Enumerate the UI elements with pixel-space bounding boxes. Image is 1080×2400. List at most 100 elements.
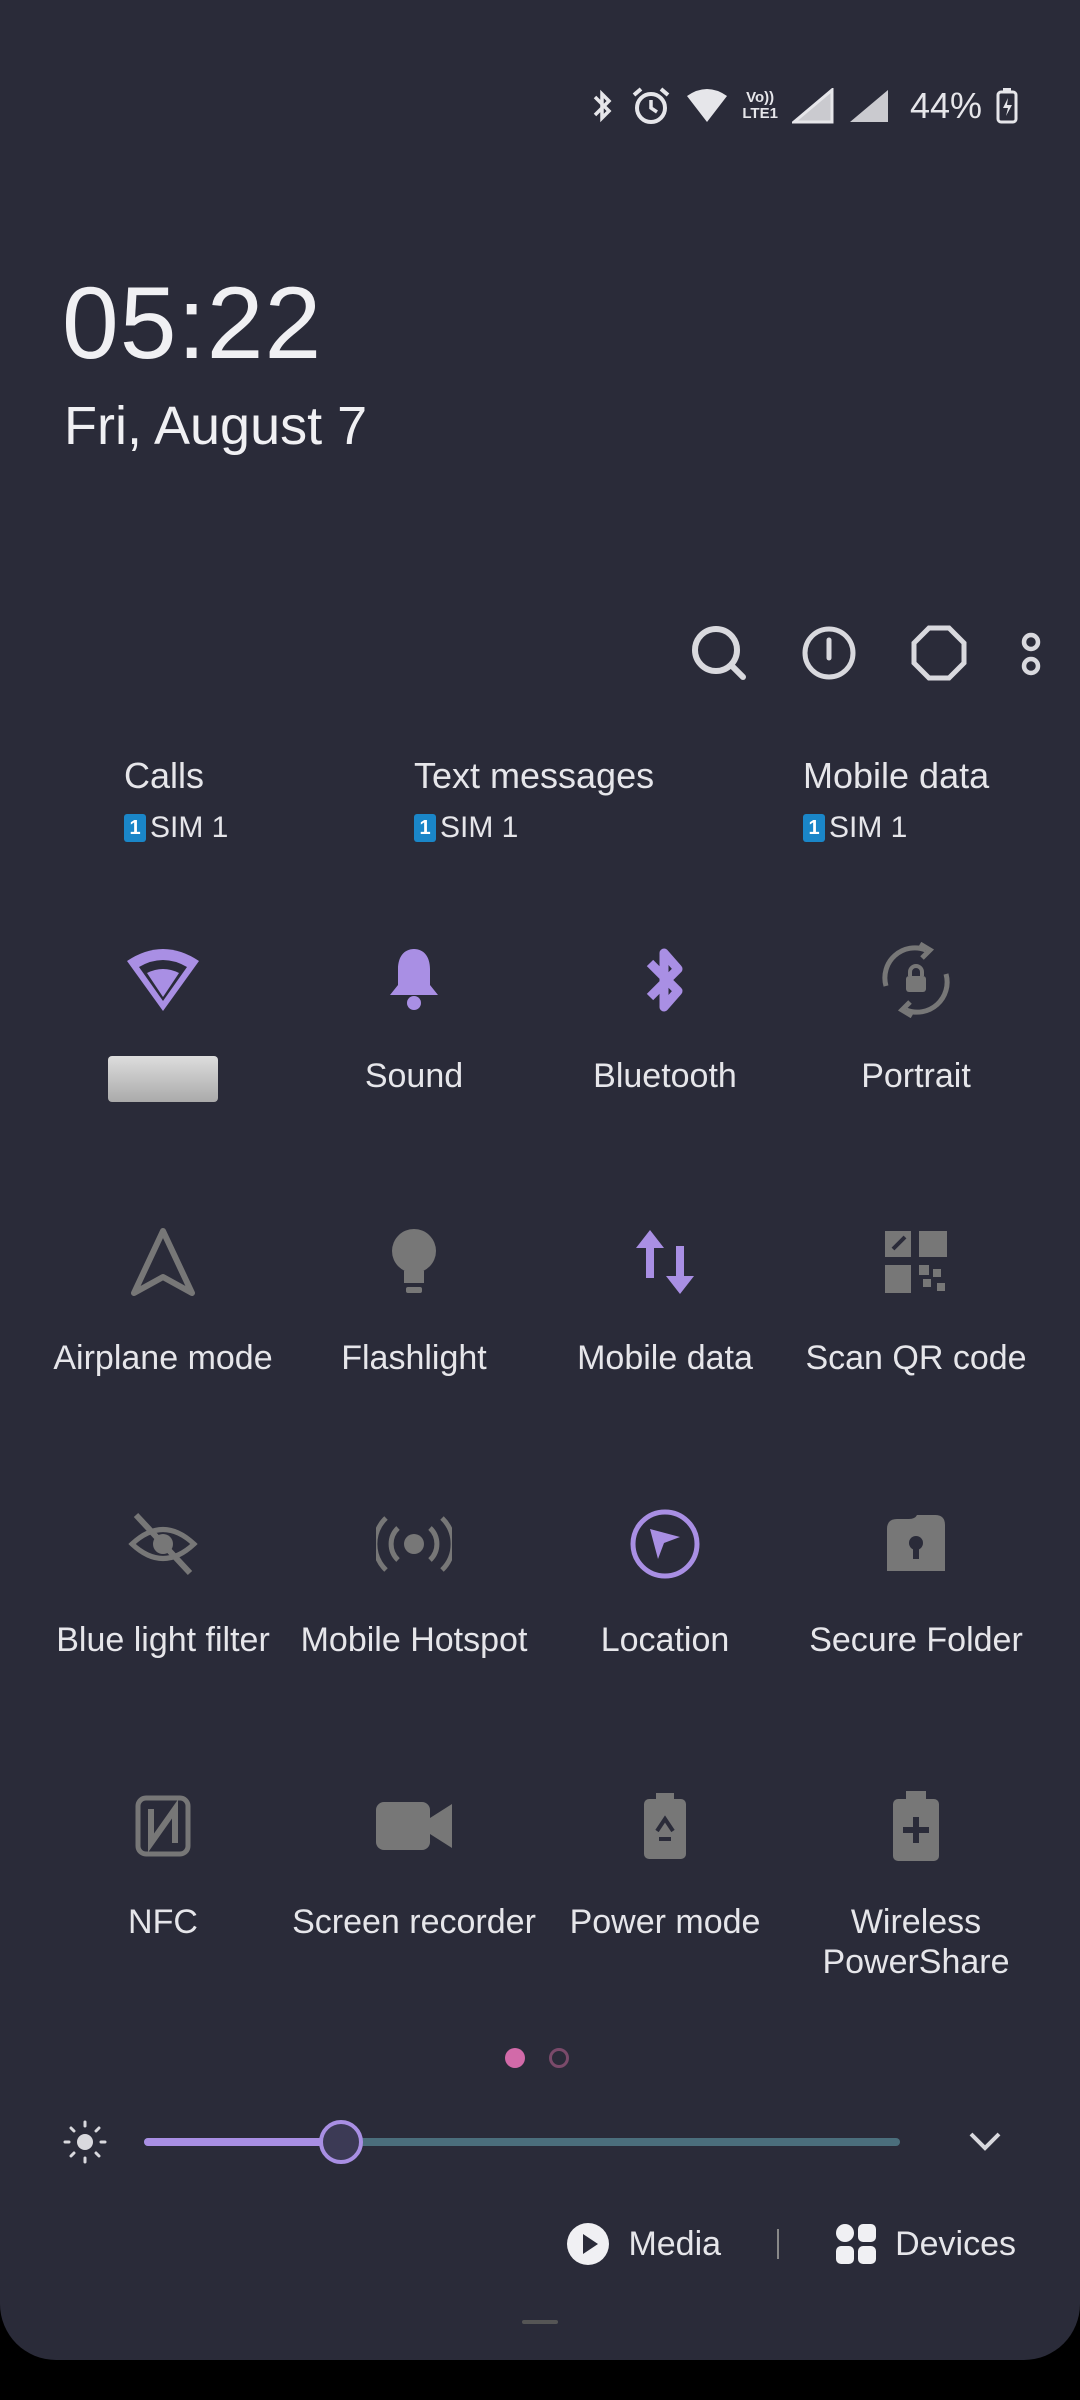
tile-label: Mobile Hotspot [300,1621,528,1659]
tile-label: Screen recorder [292,1903,536,1941]
tile-label: Location [600,1621,730,1659]
tile-mobile-hotspot[interactable]: Mobile Hotspot [289,1494,539,1660]
page-dot[interactable] [549,2048,569,2068]
wifi-network-name [108,1056,218,1102]
alarm-icon [633,87,670,124]
tile-label: NFC [128,1903,198,1941]
location-icon [630,1509,700,1579]
divider [777,2229,780,2259]
tile-label: Bluetooth [593,1057,737,1095]
tile-flashlight[interactable]: Flashlight [289,1212,539,1378]
signal-icon [791,88,834,124]
tile-label: Secure Folder [809,1621,1023,1659]
sim-text-value: SIM 1 [440,811,519,844]
sim-text-title: Text messages [414,755,655,796]
battery-percentage: 44% [909,85,982,126]
sim-badge-icon: 1 [414,814,436,842]
battery-saver-icon [644,1793,686,1859]
settings-button[interactable] [906,620,972,686]
tile-screen-recorder[interactable]: Screen recorder [289,1776,539,1942]
tile-label: Flashlight [341,1339,487,1377]
tile-power-mode[interactable]: Power mode [540,1776,790,1942]
airplane-icon [131,1228,195,1296]
tile-blue-light-filter[interactable]: Blue light filter [38,1494,288,1660]
tile-label: Power mode [569,1903,761,1941]
tile-portrait[interactable]: Portrait [791,930,1041,1096]
brightness-control [0,2110,1080,2170]
sim-badge-icon: 1 [803,814,825,842]
clock[interactable]: 05:22 [62,265,322,382]
bell-icon [390,949,438,1010]
tile-label: Scan QR code [805,1339,1027,1377]
sim-preferences: Calls 1 SIM 1 Text messages 1 SIM 1 Mobile… [0,755,1080,855]
brightness-slider-thumb[interactable] [318,2120,363,2164]
tile-label: Sound [364,1057,464,1095]
wireless-powershare-icon [893,1791,939,1861]
tile-label: Mobile data [577,1339,753,1377]
bluetooth-icon [594,89,612,123]
media-button[interactable]: Media [566,2222,721,2266]
tile-secure-folder[interactable]: Secure Folder [791,1494,1041,1660]
wifi-icon [127,949,199,1011]
tile-airplane-mode[interactable]: Airplane mode [38,1212,288,1378]
page-indicator [505,2048,569,2068]
media-label: Media [628,2224,722,2263]
tile-label: Portrait [861,1057,971,1095]
tile-location[interactable]: Location [540,1494,790,1660]
bluetooth-icon [646,948,683,1012]
settings-icon [911,625,967,681]
rotation-lock-icon [882,942,950,1018]
tile-wifi[interactable] [38,930,288,1107]
page-dot-active[interactable] [505,2048,525,2068]
chevron-down-icon[interactable] [965,2126,1005,2156]
sim-badge-icon: 1 [124,814,146,842]
brightness-slider-fill [144,2138,341,2146]
qr-code-icon [885,1231,947,1293]
mobile-data-icon [636,1230,694,1294]
battery-charging-icon [996,88,1018,124]
more-icon [1021,632,1041,676]
devices-label: Devices [895,2224,1016,2263]
tile-nfc[interactable]: NFC [38,1776,288,1942]
sim-calls[interactable]: Calls 1 SIM 1 [124,755,228,845]
devices-button[interactable]: Devices [835,2223,1016,2265]
tile-scan-qr-code[interactable]: Scan QR code [791,1212,1041,1378]
top-actions [686,620,1046,686]
tile-bluetooth[interactable]: Bluetooth [540,930,790,1096]
tile-mobile-data[interactable]: Mobile data [540,1212,790,1378]
status-bar: Vo)) LTE1 44% [590,78,1018,134]
tile-sound[interactable]: Sound [289,930,539,1096]
tile-label: Blue light filter [56,1621,270,1659]
eye-off-icon [128,1512,198,1576]
drag-handle[interactable] [522,2320,558,2324]
video-icon [376,1802,452,1850]
tile-label: Airplane mode [53,1339,273,1377]
sim-mobile-data[interactable]: Mobile data 1 SIM 1 [803,755,989,845]
date[interactable]: Fri, August 7 [64,395,367,457]
tile-wireless-powershare[interactable]: Wireless PowerShare [791,1776,1041,1982]
volte-icon: Vo)) LTE1 [742,89,778,122]
flashlight-icon [392,1229,436,1293]
nfc-icon [135,1795,191,1857]
signal-icon [849,90,888,122]
power-button[interactable] [796,620,862,686]
more-options-button[interactable] [1016,620,1046,686]
search-button[interactable] [686,620,752,686]
brightness-icon [63,2120,107,2164]
search-icon [692,626,746,680]
wifi-icon [687,89,728,122]
tile-label: Wireless PowerShare [822,1903,1010,1981]
sim-calls-value: SIM 1 [150,811,229,844]
secure-folder-icon [887,1515,945,1571]
quick-settings-panel: Vo)) LTE1 44% 05:22 Fri, August 7 Calls 1… [0,0,1080,2360]
sim-calls-title: Calls [124,755,205,796]
bottom-bar: Media Devices [566,2222,1016,2266]
play-icon [567,2223,610,2265]
devices-icon [836,2224,877,2264]
sim-data-value: SIM 1 [829,811,908,844]
sim-text-messages[interactable]: Text messages 1 SIM 1 [414,755,654,845]
hotspot-icon [376,1516,452,1572]
brightness-slider[interactable] [144,2138,900,2146]
sim-data-title: Mobile data [803,755,990,796]
power-icon [802,626,856,680]
